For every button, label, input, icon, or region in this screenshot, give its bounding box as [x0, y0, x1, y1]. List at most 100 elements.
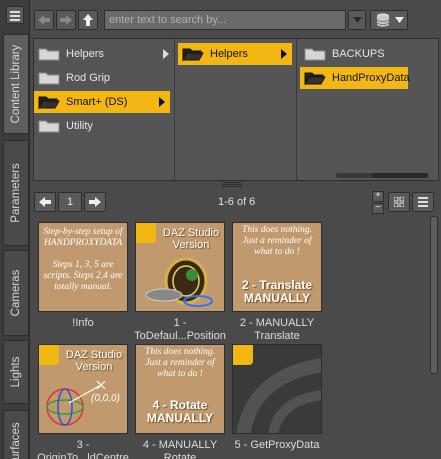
forward-arrow-icon: [89, 197, 101, 207]
search-history-dropdown[interactable]: [348, 10, 366, 30]
next-page-button[interactable]: [84, 192, 106, 212]
item-thumbnail: [232, 344, 322, 434]
list-view-button[interactable]: [412, 192, 434, 212]
folder-icon: [38, 47, 60, 61]
folder-browser: Helpers Rod Grip Smart+ (DS) Utility Hel…: [33, 38, 439, 181]
database-icon: [375, 12, 390, 28]
folder-item-smart-ds[interactable]: Smart+ (DS): [34, 91, 170, 113]
folder-open-icon: [304, 71, 326, 86]
thumbnail-note: This does nothing. Just a reminder of wh…: [145, 347, 215, 379]
forward-button[interactable]: [56, 10, 76, 30]
tab-label: Content Library: [10, 44, 22, 124]
panel-tab-strip: Content Library Parameters Cameras Light…: [0, 0, 30, 459]
chevron-down-icon: [394, 17, 404, 23]
folder-item-rod-grip[interactable]: Rod Grip: [34, 67, 174, 89]
content-source-dropdown[interactable]: [370, 10, 408, 30]
tab-parameters[interactable]: Parameters: [3, 140, 29, 246]
scrollbar-thumb[interactable]: [372, 173, 428, 178]
folder-icon: [38, 119, 60, 133]
folder-label: Helpers: [66, 48, 104, 60]
thumbnail-title: 4 - Rotate MANUALLY: [146, 398, 214, 425]
tab-surfaces[interactable]: Surfaces: [3, 410, 29, 459]
up-folder-button[interactable]: [78, 10, 98, 30]
item-count: 1-6 of 6: [218, 196, 256, 208]
search-input[interactable]: [104, 10, 346, 30]
folder-column: Helpers: [175, 39, 297, 180]
daz-logo-icon: [236, 358, 321, 433]
pager-bar: 1 1-6 of 6 + −: [30, 188, 441, 216]
previous-page-button[interactable]: [34, 192, 56, 212]
zoom-out-button[interactable]: −: [372, 203, 384, 214]
scrollbar-thumb[interactable]: [430, 216, 438, 374]
page-number-label: 1: [66, 196, 74, 208]
list-icon: [418, 197, 428, 207]
tab-cameras[interactable]: Cameras: [3, 250, 29, 336]
gimbal-icon: [145, 257, 213, 307]
tab-label: Cameras: [10, 269, 22, 317]
folder-open-icon: [38, 95, 60, 110]
grid-icon: [394, 197, 404, 207]
content-grid: Step-by-step setup of HANDPROXYDATA Step…: [33, 216, 425, 459]
folder-column: Helpers Rod Grip Smart+ (DS) Utility: [34, 39, 175, 180]
item-thumbnail: This does nothing. Just a reminder of wh…: [135, 344, 225, 434]
content-item-get-proxy-data[interactable]: 5 - GetProxyData: [229, 344, 325, 452]
folder-label: HandProxyData: [332, 72, 410, 84]
folder-item-handproxydata[interactable]: HandProxyData: [300, 67, 410, 89]
folder-label: BACKUPS: [332, 48, 385, 60]
folder-icon: [38, 71, 60, 85]
folder-icon: [304, 47, 326, 61]
item-label: 4 - MANUALLY Rotate: [142, 439, 218, 459]
item-thumbnail: DAZ Studio Version: [135, 222, 225, 312]
folder-column: BACKUPS HandProxyData: [297, 39, 438, 180]
back-arrow-icon: [39, 197, 51, 207]
folder-label: Utility: [66, 120, 93, 132]
content-library-toolbar: [30, 8, 441, 32]
forward-arrow-icon: [60, 15, 72, 25]
folder-label: Smart+ (DS): [66, 96, 128, 108]
page-number[interactable]: 1: [58, 192, 82, 212]
back-arrow-icon: [38, 15, 50, 25]
tab-label: Lights: [10, 356, 22, 388]
item-label: 3 - OriginTo...ldCentre: [37, 439, 129, 459]
tab-lights[interactable]: Lights: [3, 340, 29, 404]
thumbnail-note: This does nothing. Just a reminder of wh…: [242, 225, 312, 257]
folder-item-backups[interactable]: BACKUPS: [300, 43, 436, 65]
folder-label: Helpers: [210, 48, 248, 60]
panel-menu-button[interactable]: [6, 6, 24, 24]
item-thumbnail: This does nothing. Just a reminder of wh…: [232, 222, 322, 312]
folder-item-utility[interactable]: Utility: [34, 115, 174, 137]
item-thumbnail: Step-by-step setup of HANDPROXYDATA Step…: [38, 222, 128, 312]
item-label: 2 - MANUALLY Translate: [239, 317, 315, 342]
item-label: !Info: [72, 317, 94, 329]
content-item-to-default-position[interactable]: DAZ Studio Version 1 - ToDefaul...Positi…: [132, 222, 228, 343]
chevron-right-icon: [281, 49, 287, 59]
up-arrow-icon: [83, 14, 93, 26]
coordinate-label: (0,0,0): [91, 393, 120, 404]
splitter-handle[interactable]: [222, 182, 242, 187]
horizontal-scrollbar[interactable]: [336, 173, 428, 178]
grid-view-button[interactable]: [388, 192, 410, 212]
folder-item-helpers[interactable]: Helpers: [34, 43, 174, 65]
item-label: 5 - GetProxyData: [234, 439, 320, 451]
thumbnail-note: Step-by-step setup of HANDPROXYDATA Step…: [43, 227, 123, 292]
back-button[interactable]: [34, 10, 54, 30]
dropdown-arrow-icon: [352, 17, 362, 23]
content-item-origin-to-world-centre[interactable]: DAZ Studio Version (0,0,0) 3 - OriginTo.…: [35, 344, 131, 459]
axes-icon: [46, 380, 106, 426]
chevron-right-icon: [159, 97, 165, 107]
chevron-right-icon: [163, 49, 169, 59]
tab-label: Parameters: [10, 163, 22, 223]
minus-icon: −: [375, 202, 381, 213]
tab-label: Surfaces: [10, 422, 22, 459]
folder-item-helpers-sub[interactable]: Helpers: [178, 43, 292, 65]
item-thumbnail: DAZ Studio Version (0,0,0): [38, 344, 128, 434]
content-item-manually-rotate[interactable]: This does nothing. Just a reminder of wh…: [132, 344, 228, 459]
vertical-scrollbar[interactable]: [428, 216, 438, 459]
zoom-in-button[interactable]: +: [372, 191, 384, 202]
content-item-info[interactable]: Step-by-step setup of HANDPROXYDATA Step…: [35, 222, 131, 330]
plus-icon: +: [375, 190, 381, 201]
thumbnail-title: 2 - Translate MANUALLY: [241, 278, 313, 305]
item-label: 1 - ToDefaul...Position: [134, 317, 226, 342]
content-item-manually-translate[interactable]: This does nothing. Just a reminder of wh…: [229, 222, 325, 343]
tab-content-library[interactable]: Content Library: [3, 34, 29, 134]
